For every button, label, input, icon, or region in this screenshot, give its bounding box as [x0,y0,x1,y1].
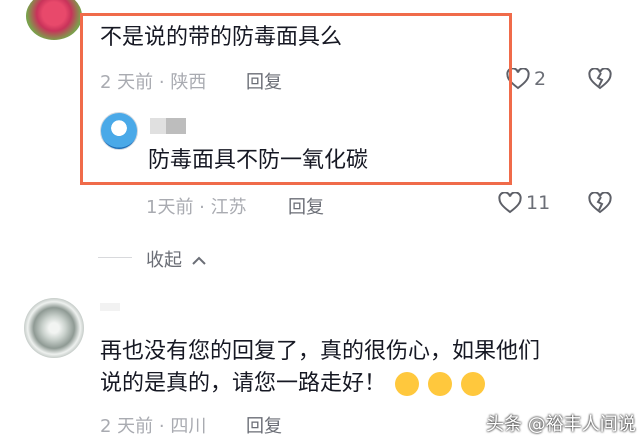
avatar[interactable] [24,298,84,358]
reply-button[interactable]: 回复 [288,193,324,219]
collapse-button[interactable]: 收起 [146,246,206,272]
crying-emoji-icon [428,372,453,396]
chevron-up-icon [192,256,206,265]
comment-meta: 2 天前 · 陕西 [100,72,207,93]
like-count: 2 [534,68,547,90]
reply-comment-text: 防毒面具不防一氧化碳 [148,148,369,173]
comment-text-line1: 再也没有您的回复了，真的很伤心，如果他们 [100,339,541,364]
collapse-label: 收起 [146,250,182,271]
masked-username [100,303,120,311]
comment-meta: 1天前 · 江苏 [146,197,247,218]
divider [98,257,132,258]
comment-text-line2-content: 说的是真的，请您一路走好！ [100,371,387,396]
reply-button[interactable]: 回复 [246,412,282,438]
avatar[interactable] [100,112,138,150]
reply-button[interactable]: 回复 [246,68,282,94]
like-count: 11 [526,192,551,214]
watermark: 头条 @裕丰人间说 [486,414,636,435]
comment-text: 不是说的带的防毒面具么 [100,25,343,50]
comment-text-line2: 说的是真的，请您一路走好！ [100,368,486,400]
masked-username [150,118,186,134]
comment-meta: 2 天前 · 四川 [100,416,207,437]
crying-emoji-icon [461,372,486,396]
like-heart-icon[interactable] [498,192,522,214]
crying-emoji-icon [395,372,420,396]
like-heart-icon[interactable] [506,68,530,90]
dislike-heart-icon[interactable] [588,192,612,214]
dislike-heart-icon[interactable] [588,68,612,90]
avatar[interactable] [26,0,82,40]
